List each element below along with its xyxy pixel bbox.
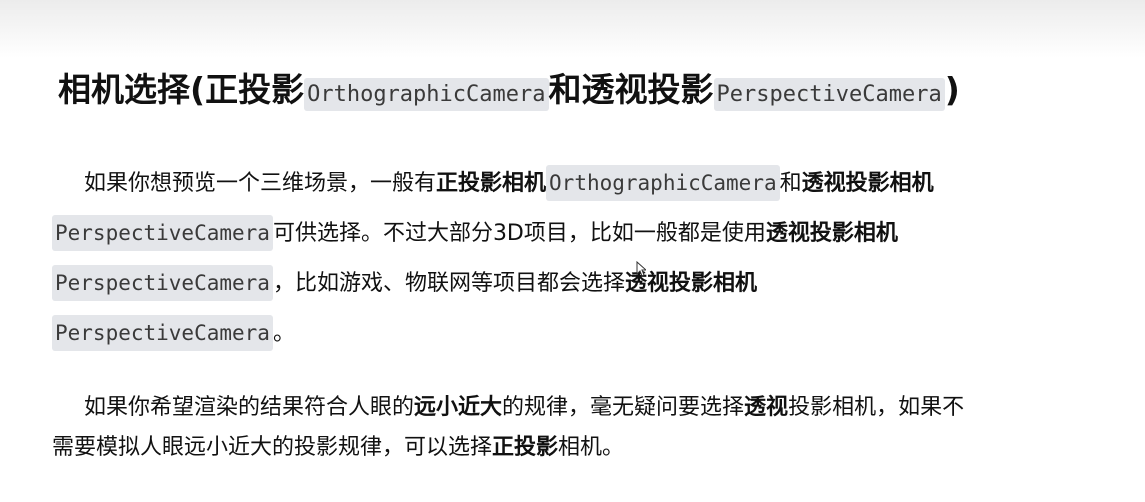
paragraph-1-line-3: PerspectiveCamera ，比如游戏、物联网等项目都会选择透视投影相机 [52,258,1117,308]
p1-code: PerspectiveCamera [52,265,273,301]
p1-bold: 正投影相机 [436,171,547,196]
p2-text: 的规律，毫无疑问要选择 [502,395,745,420]
paragraph-2-line-2: 需要模拟人眼远小近大的投影规律，可以选择正投影相机。 [52,428,1117,468]
paragraph-1-line-1: 如果你想预览一个三维场景，一般有正投影相机 OrthographicCamera 和… [52,158,1117,208]
p2-text: 相机。 [558,435,625,460]
p1-text: 可供选择。不过大部分3D项目，比如一般都是使用 [272,221,766,246]
paragraph-2-line-1: 如果你希望渲染的结果符合人眼的远小近大的规律，毫无疑问要选择透视投影相机，如果不 [52,388,1117,428]
title-code-orthographic: OrthographicCamera [304,78,549,111]
p1-code: PerspectiveCamera [52,315,273,351]
p1-text: ，比如游戏、物联网等项目都会选择 [272,271,625,296]
paragraph-1-line-4: PerspectiveCamera。 [52,308,1117,358]
p1-text: 。 [272,321,295,346]
p1-code: OrthographicCamera [546,165,780,201]
p1-bold: 透视投影相机 [801,171,934,196]
p1-bold: 透视投影相机 [765,221,898,246]
p2-text: 投影相机，如果不 [788,395,965,420]
paragraph-1-line-2: PerspectiveCamera 可供选择。不过大部分3D项目，比如一般都是使用… [52,208,1117,258]
title-text-3: ) [944,70,960,109]
mouse-pointer-icon [636,261,646,277]
paragraph-2: 如果你希望渲染的结果符合人眼的远小近大的规律，毫无疑问要选择透视投影相机，如果不… [52,388,1117,468]
p1-text: 如果你想预览一个三维场景，一般有 [84,171,437,196]
paragraph-1: 如果你想预览一个三维场景，一般有正投影相机 OrthographicCamera 和… [52,158,1117,358]
p2-text: 需要模拟人眼远小近大的投影规律，可以选择 [52,435,493,460]
p2-bold: 正投影 [492,435,559,460]
p1-code: PerspectiveCamera [52,215,273,251]
title-text-1: 相机选择(正投影 [58,70,305,109]
p2-bold: 远小近大 [414,395,503,420]
document-page: 相机选择(正投影 OrthographicCamera和透视投影 Perspecti… [0,0,1145,502]
p2-bold: 透视 [744,395,789,420]
page-title: 相机选择(正投影 OrthographicCamera和透视投影 Perspecti… [58,62,960,123]
title-code-perspective: PerspectiveCamera [713,78,945,111]
title-text-2: 和透视投影 [548,70,714,109]
p1-text: 和 [779,171,802,196]
p2-text: 如果你希望渲染的结果符合人眼的 [84,395,415,420]
